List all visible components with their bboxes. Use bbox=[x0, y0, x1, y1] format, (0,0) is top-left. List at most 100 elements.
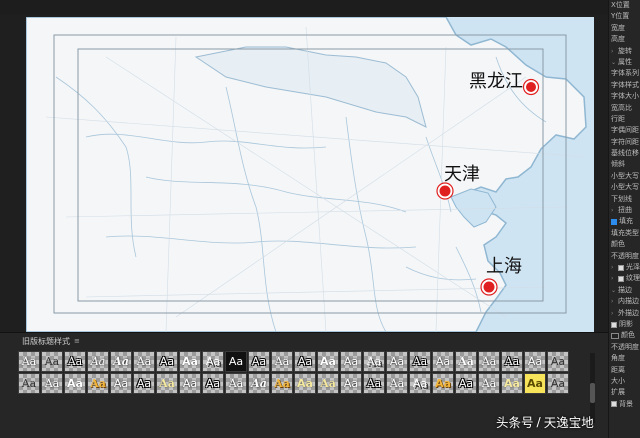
prop-row[interactable]: 宽高比 bbox=[609, 103, 640, 114]
style-tile[interactable]: Aa bbox=[87, 373, 109, 394]
prop-row[interactable]: › 内描边 bbox=[609, 296, 640, 307]
chevron-down-icon[interactable]: ⌄ bbox=[611, 285, 616, 296]
map-canvas[interactable]: 黑龙江 天津 上海 bbox=[26, 17, 594, 332]
style-tile[interactable]: Aa bbox=[432, 373, 454, 394]
style-tile[interactable]: Aa bbox=[41, 373, 63, 394]
shadow-color-swatch[interactable] bbox=[611, 333, 619, 340]
style-tile[interactable]: Aa bbox=[386, 373, 408, 394]
style-tile[interactable]: Aa bbox=[202, 373, 224, 394]
prop-row[interactable]: Y位置 bbox=[609, 11, 640, 22]
chevron-right-icon[interactable]: › bbox=[611, 296, 616, 307]
style-tile[interactable]: Aa bbox=[110, 351, 132, 372]
style-tile[interactable]: Aa bbox=[179, 351, 201, 372]
prop-row[interactable]: 字符间距 bbox=[609, 137, 640, 148]
prop-row[interactable]: 字体系列 bbox=[609, 68, 640, 79]
style-tile[interactable]: Aa bbox=[248, 351, 270, 372]
style-tile[interactable]: Aa bbox=[248, 373, 270, 394]
prop-row[interactable]: 小型大写 bbox=[609, 171, 640, 182]
style-tile[interactable]: Aa bbox=[501, 351, 523, 372]
prop-row[interactable]: 基线位移 bbox=[609, 148, 640, 159]
prop-row[interactable]: ⌄ 描边 bbox=[609, 285, 640, 296]
style-tile[interactable]: Aa bbox=[225, 373, 247, 394]
chevron-right-icon[interactable]: › bbox=[611, 205, 616, 216]
prop-row[interactable]: › 外描边 bbox=[609, 308, 640, 319]
sheen-checkbox[interactable] bbox=[618, 264, 624, 271]
prop-row[interactable]: 字偶间距 bbox=[609, 125, 640, 136]
style-tile[interactable]: Aa bbox=[478, 373, 500, 394]
style-tile[interactable]: Aa bbox=[317, 351, 339, 372]
style-tile[interactable]: Aa bbox=[409, 351, 431, 372]
style-tile[interactable]: Aa bbox=[18, 351, 40, 372]
style-tile[interactable]: Aa bbox=[294, 351, 316, 372]
style-tile[interactable]: Aa bbox=[110, 373, 132, 394]
prop-row[interactable]: 角度 bbox=[609, 353, 640, 364]
shadow-checkbox[interactable] bbox=[611, 321, 617, 328]
prop-row[interactable]: 颜色 bbox=[609, 330, 640, 341]
prop-row[interactable]: 大小 bbox=[609, 376, 640, 387]
style-tile[interactable]: Aa bbox=[317, 373, 339, 394]
prop-row[interactable]: › 旋转 bbox=[609, 46, 640, 57]
scrollbar-thumb[interactable] bbox=[590, 383, 595, 403]
prop-row[interactable]: 宽度 bbox=[609, 23, 640, 34]
style-tile[interactable]: Aa bbox=[87, 351, 109, 372]
style-tile[interactable]: Aa bbox=[409, 373, 431, 394]
prop-row[interactable]: › 扭曲 bbox=[609, 205, 640, 216]
prop-row[interactable]: 行距 bbox=[609, 114, 640, 125]
prop-row[interactable]: 距离 bbox=[609, 365, 640, 376]
city-label-shanghai[interactable]: 上海 bbox=[486, 252, 522, 278]
style-tile[interactable]: Aa bbox=[271, 373, 293, 394]
texture-checkbox[interactable] bbox=[618, 276, 624, 283]
chevron-right-icon[interactable]: › bbox=[611, 46, 616, 57]
prop-row[interactable]: › 光泽 bbox=[609, 262, 640, 273]
style-tile[interactable]: Aa bbox=[478, 351, 500, 372]
marker-shanghai[interactable] bbox=[480, 278, 498, 296]
style-tile[interactable]: Aa bbox=[156, 351, 178, 372]
style-tile[interactable]: Aa bbox=[41, 351, 63, 372]
style-tile[interactable]: Aa bbox=[524, 351, 546, 372]
chevron-right-icon[interactable]: › bbox=[611, 273, 616, 284]
style-tile[interactable]: Aa bbox=[432, 351, 454, 372]
chevron-right-icon[interactable]: › bbox=[611, 308, 616, 319]
style-tile[interactable]: Aa bbox=[64, 373, 86, 394]
prop-row[interactable]: 背景 bbox=[609, 399, 640, 410]
prop-row[interactable]: 扩展 bbox=[609, 387, 640, 398]
chevron-right-icon[interactable]: › bbox=[611, 262, 616, 273]
prop-row[interactable]: 小型大写 bbox=[609, 182, 640, 193]
style-tile[interactable]: Aa bbox=[133, 373, 155, 394]
prop-row[interactable]: ⌄ 属性 bbox=[609, 57, 640, 68]
prop-row[interactable]: 填充 bbox=[609, 216, 640, 227]
prop-row[interactable]: 下划线 bbox=[609, 194, 640, 205]
style-tile[interactable]: Aa bbox=[455, 373, 477, 394]
prop-row[interactable]: 不透明度 bbox=[609, 342, 640, 353]
city-label-heilongjiang[interactable]: 黑龙江 bbox=[469, 67, 523, 93]
background-checkbox[interactable] bbox=[611, 401, 617, 408]
prop-row[interactable]: › 纹理 bbox=[609, 273, 640, 284]
marker-heilongjiang[interactable] bbox=[522, 78, 540, 96]
prop-row[interactable]: 高度 bbox=[609, 34, 640, 45]
prop-row[interactable]: 不透明度 bbox=[609, 251, 640, 262]
style-tile[interactable]: Aa bbox=[271, 351, 293, 372]
style-tile[interactable]: Aa bbox=[524, 373, 546, 394]
style-tile[interactable]: Aa bbox=[18, 373, 40, 394]
style-tile[interactable]: Aa bbox=[340, 351, 362, 372]
prop-row[interactable]: 颜色 bbox=[609, 239, 640, 250]
chevron-down-icon[interactable]: ⌄ bbox=[611, 57, 616, 68]
style-tile[interactable]: Aa bbox=[547, 351, 569, 372]
style-tile[interactable]: Aa bbox=[133, 351, 155, 372]
menu-icon[interactable]: ≡ bbox=[74, 337, 80, 345]
style-tile[interactable]: Aa bbox=[547, 373, 569, 394]
prop-row[interactable]: 填充类型 bbox=[609, 228, 640, 239]
style-tile[interactable]: Aa bbox=[179, 373, 201, 394]
prop-row[interactable]: 阴影 bbox=[609, 319, 640, 330]
city-label-tianjin[interactable]: 天津 bbox=[444, 160, 480, 186]
style-tile[interactable]: Aa bbox=[225, 351, 247, 372]
prop-row[interactable]: 倾斜 bbox=[609, 159, 640, 170]
style-tile[interactable]: Aa bbox=[386, 351, 408, 372]
style-tile[interactable]: Aa bbox=[363, 351, 385, 372]
style-tile[interactable]: Aa bbox=[501, 373, 523, 394]
style-tile[interactable]: Aa bbox=[202, 351, 224, 372]
style-tile[interactable]: Aa bbox=[455, 351, 477, 372]
style-tile[interactable]: Aa bbox=[294, 373, 316, 394]
prop-row[interactable]: X位置 bbox=[609, 0, 640, 11]
style-tile[interactable]: Aa bbox=[156, 373, 178, 394]
